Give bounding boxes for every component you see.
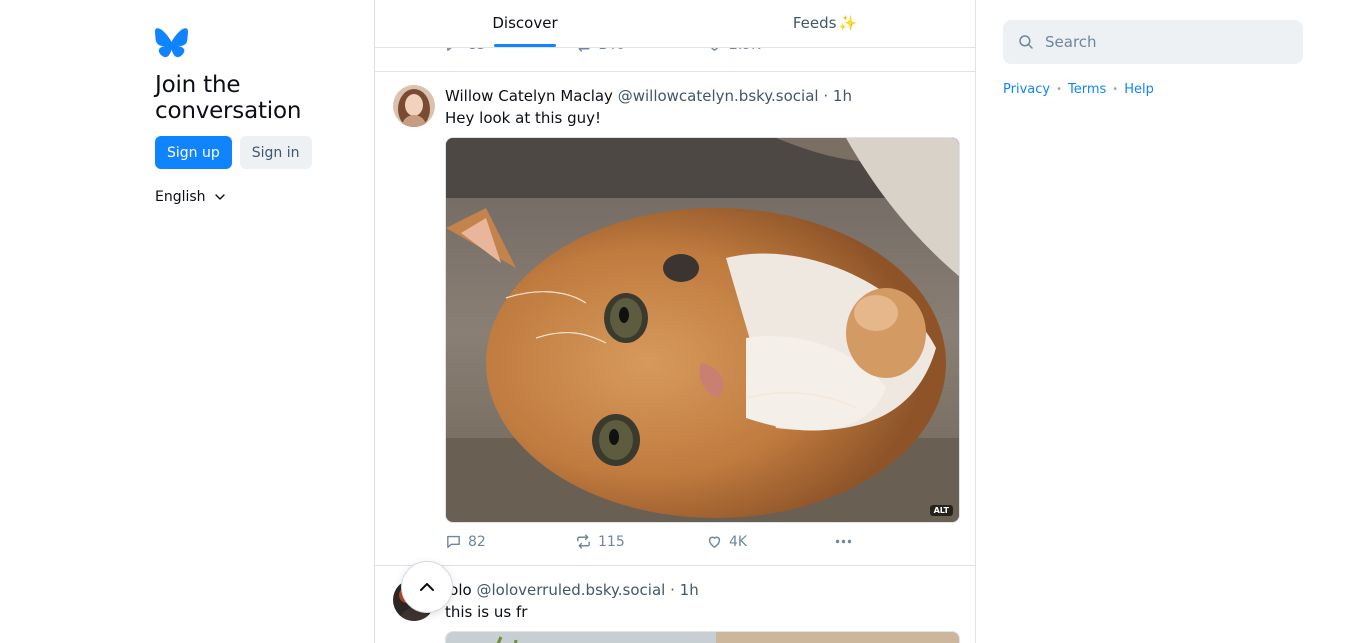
- post-actions: 82 115 4K: [445, 533, 865, 557]
- language-label: English: [155, 189, 206, 205]
- reply-icon: [447, 535, 460, 548]
- search-box[interactable]: [1003, 20, 1303, 64]
- repost-button[interactable]: 115: [575, 533, 625, 550]
- post-header: lolo @loloverruled.bsky.social · 1h: [445, 581, 699, 599]
- post-header: Willow Catelyn Maclay @willowcatelyn.bsk…: [445, 87, 852, 105]
- author-handle[interactable]: @willowcatelyn.bsky.social: [618, 87, 819, 105]
- tab-discover-label: Discover: [492, 13, 558, 32]
- author-handle[interactable]: @loloverruled.bsky.social: [476, 581, 665, 599]
- like-button[interactable]: 4K: [706, 533, 747, 550]
- tab-feeds[interactable]: Feeds ✨: [675, 0, 975, 47]
- avatar[interactable]: [393, 85, 435, 127]
- post-image[interactable]: [445, 631, 960, 643]
- separator-dot: ·: [670, 581, 675, 599]
- terms-link[interactable]: Terms: [1068, 82, 1106, 97]
- tab-feeds-label: Feeds ✨: [792, 13, 858, 32]
- sign-in-button[interactable]: Sign in: [239, 136, 312, 169]
- tab-discover[interactable]: Discover: [375, 0, 675, 47]
- left-sidebar: Join the conversation Sign up Sign in En…: [155, 28, 365, 205]
- post-item[interactable]: lolo @loloverruled.bsky.social · 1h this…: [375, 566, 975, 643]
- post-time[interactable]: 1h: [833, 87, 852, 105]
- more-options-button[interactable]: [835, 533, 852, 550]
- post-text: this is us fr: [445, 603, 528, 621]
- active-tab-indicator: [494, 44, 556, 47]
- post-time[interactable]: 1h: [680, 581, 699, 599]
- bluesky-butterfly-logo[interactable]: [155, 28, 188, 58]
- reply-count: 82: [468, 533, 486, 550]
- chevron-down-icon: [214, 194, 225, 200]
- heart-icon: [708, 536, 721, 548]
- post-item[interactable]: Willow Catelyn Maclay @willowcatelyn.bsk…: [375, 72, 975, 566]
- post-text: Hey look at this guy!: [445, 109, 602, 127]
- join-heading: Join the conversation: [155, 72, 302, 124]
- help-link[interactable]: Help: [1124, 82, 1154, 97]
- scroll-to-top-button[interactable]: [401, 561, 453, 613]
- privacy-link[interactable]: Privacy: [1003, 82, 1050, 97]
- search-icon: [1019, 35, 1033, 49]
- cat-photo: [446, 138, 959, 522]
- post-photo-preview: [446, 632, 959, 643]
- sign-up-button[interactable]: Sign up: [155, 136, 232, 169]
- author-name[interactable]: Willow Catelyn Maclay: [445, 87, 613, 105]
- repost-count: 115: [598, 533, 625, 550]
- post-image[interactable]: ALT: [445, 137, 960, 523]
- search-input[interactable]: [1045, 33, 1285, 51]
- footer-links: Privacy • Terms • Help: [1003, 82, 1303, 97]
- auth-buttons: Sign up Sign in: [155, 136, 365, 169]
- sparkle-icon: ✨: [838, 13, 858, 32]
- separator-dot: ·: [823, 87, 829, 105]
- ellipsis-icon: [835, 539, 852, 544]
- right-sidebar: Privacy • Terms • Help: [1003, 20, 1303, 97]
- feed-tabs: Discover Feeds ✨: [375, 0, 975, 48]
- alt-text-badge[interactable]: ALT: [929, 505, 953, 516]
- language-selector[interactable]: English: [155, 189, 365, 205]
- like-count: 4K: [729, 533, 748, 550]
- chevron-up-icon: [420, 583, 434, 591]
- separator-dot: •: [1056, 84, 1062, 95]
- reply-button[interactable]: 82: [445, 533, 486, 550]
- separator-dot: •: [1112, 84, 1119, 95]
- repost-icon: [577, 534, 590, 549]
- feed-column: Discover Feeds✨ 83 146 2.9K: [374, 0, 976, 643]
